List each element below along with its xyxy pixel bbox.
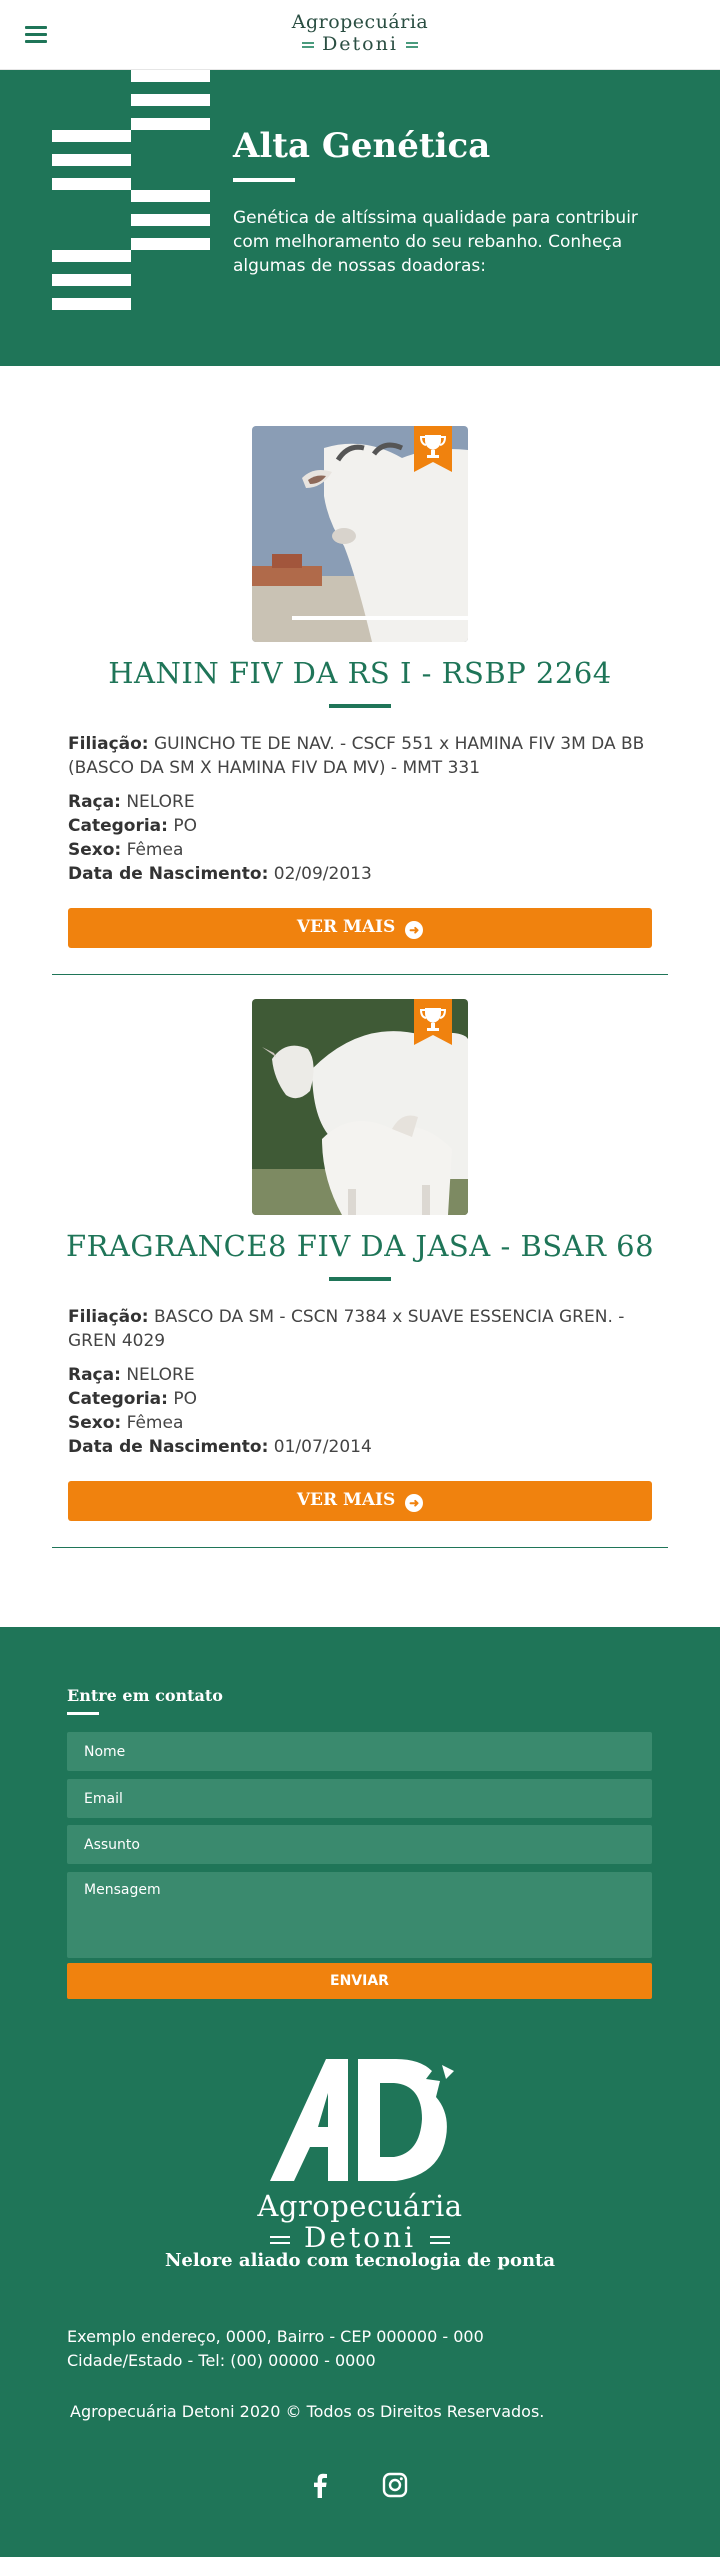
- message-textarea[interactable]: [67, 1872, 652, 1958]
- categoria-label: Categoria:: [68, 1389, 168, 1409]
- trophy-icon: [414, 999, 452, 1045]
- donor-list: HANIN FIV DA RS I - RSBP 2264 Filiação: …: [0, 366, 720, 1548]
- nascimento-label: Data de Nascimento:: [68, 1437, 269, 1457]
- footer-slogan: Nelore aliado com tecnologia de ponta: [164, 2250, 556, 2271]
- raca-value: NELORE: [126, 792, 195, 812]
- subject-input[interactable]: [67, 1825, 652, 1864]
- hero-description: Genética de altíssima qualidade para con…: [233, 208, 638, 276]
- logo-dash-left: [302, 42, 315, 48]
- hero-title: Alta Genética: [233, 126, 491, 166]
- send-button[interactable]: ENVIAR: [67, 1963, 652, 1999]
- donor-photo[interactable]: [252, 999, 468, 1215]
- nascimento-label: Data de Nascimento:: [68, 864, 269, 884]
- address-line-1: Exemplo endereço, 0000, Bairro - CEP 000…: [67, 2327, 484, 2346]
- footer-copyright: Agropecuária Detoni 2020 © Todos os Dire…: [70, 2402, 545, 2421]
- footer-address: Exemplo endereço, 0000, Bairro - CEP 000…: [67, 2325, 484, 2373]
- logo-dash-right: [430, 2235, 451, 2244]
- ver-mais-button[interactable]: VER MAIS ➜: [68, 1481, 652, 1521]
- sexo-value: Fêmea: [126, 1413, 184, 1433]
- ver-mais-button[interactable]: VER MAIS ➜: [68, 908, 652, 948]
- donor-name-underline: [329, 1277, 391, 1281]
- footer-logo[interactable]: Agropecuária Detoni: [250, 2057, 470, 2254]
- ver-mais-label: VER MAIS: [296, 1490, 396, 1510]
- header-logo[interactable]: Agropecuária Detoni: [0, 11, 720, 56]
- logo-dash-right: [405, 42, 418, 48]
- raca-label: Raça:: [68, 792, 121, 812]
- footer-logo-line1: Agropecuária: [257, 2189, 463, 2223]
- nascimento-value: 01/07/2014: [273, 1437, 372, 1457]
- categoria-value: PO: [173, 816, 197, 836]
- address-line-2: Cidade/Estado - Tel: (00) 00000 - 0000: [67, 2351, 376, 2370]
- donor-card: HANIN FIV DA RS I - RSBP 2264 Filiação: …: [52, 426, 668, 975]
- sexo-label: Sexo:: [68, 1413, 122, 1433]
- filiacao-value: GUINCHO TE DE NAV. - CSCF 551 x HAMINA F…: [68, 734, 645, 778]
- hero-stripes-decoration: [0, 70, 220, 366]
- hero-title-underline: [233, 178, 295, 182]
- facebook-icon[interactable]: [307, 2472, 333, 2498]
- filiacao-label: Filiação:: [68, 734, 149, 754]
- sexo-value: Fêmea: [126, 840, 184, 860]
- donor-photo[interactable]: [252, 426, 468, 642]
- logo-dash-left: [269, 2235, 290, 2244]
- trophy-icon: [414, 426, 452, 472]
- donor-card: FRAGRANCE8 FIV DA JASA - BSAR 68 Filiaçã…: [52, 975, 668, 1548]
- filiacao-label: Filiação:: [68, 1307, 149, 1327]
- ver-mais-label: VER MAIS: [296, 917, 396, 937]
- arrow-circle-right-icon: ➜: [405, 1494, 424, 1512]
- top-bar: Agropecuária Detoni: [0, 0, 720, 70]
- nascimento-value: 02/09/2013: [273, 864, 372, 884]
- header-logo-line1: Agropecuária: [291, 11, 429, 33]
- arrow-circle-right-icon: ➜: [405, 921, 424, 939]
- categoria-value: PO: [173, 1389, 197, 1409]
- email-input[interactable]: [67, 1779, 652, 1818]
- donor-details: Filiação: GUINCHO TE DE NAV. - CSCF 551 …: [52, 732, 668, 886]
- donor-name: HANIN FIV DA RS I - RSBP 2264: [108, 656, 612, 690]
- header-logo-line2: Detoni: [322, 33, 398, 55]
- contact-title: Entre em contato: [67, 1686, 223, 1705]
- sexo-label: Sexo:: [68, 840, 122, 860]
- raca-label: Raça:: [68, 1365, 121, 1385]
- contact-title-underline: [67, 1712, 99, 1715]
- name-input[interactable]: [67, 1732, 652, 1771]
- donor-details: Filiação: BASCO DA SM - CSCN 7384 x SUAV…: [52, 1305, 668, 1459]
- categoria-label: Categoria:: [68, 816, 168, 836]
- ad-monogram-logo: [270, 2059, 454, 2181]
- donor-name-underline: [329, 704, 391, 708]
- filiacao-value: BASCO DA SM - CSCN 7384 x SUAVE ESSENCIA…: [68, 1307, 625, 1351]
- instagram-icon[interactable]: [382, 2472, 408, 2498]
- hero-banner: Alta Genética Genética de altíssima qual…: [0, 70, 720, 366]
- donor-name: FRAGRANCE8 FIV DA JASA - BSAR 68: [65, 1229, 655, 1263]
- footer: Entre em contato ENVIAR Agropecuária Det…: [0, 1627, 720, 2557]
- raca-value: NELORE: [126, 1365, 195, 1385]
